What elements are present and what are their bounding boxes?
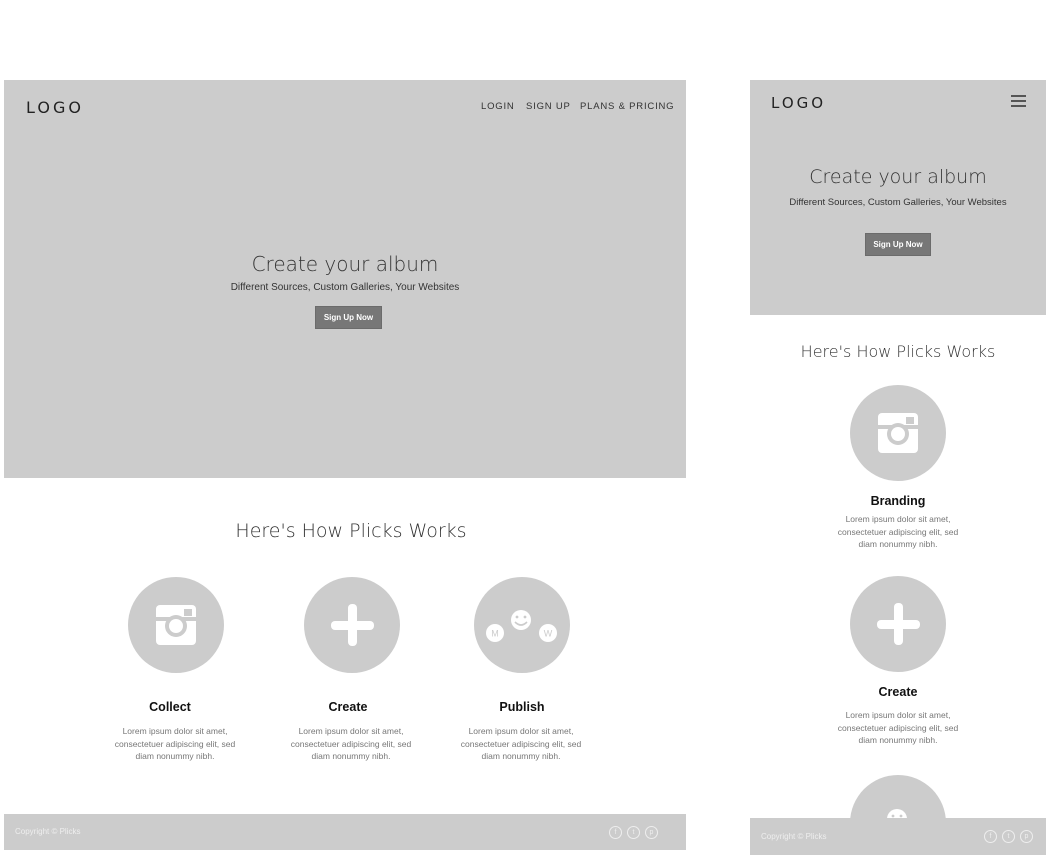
feature-desc-branding: Lorem ipsum dolor sit amet, consectetuer… bbox=[837, 514, 959, 549]
hamburger-menu-icon[interactable] bbox=[1011, 95, 1026, 108]
desktop-footer: Copyright © Plicks f t p bbox=[4, 814, 686, 850]
publish-badge-w: W bbox=[544, 629, 553, 639]
feature-title-create: Create bbox=[328, 700, 368, 714]
feature-desc-collect: Lorem ipsum dolor sit amet, consectetuer… bbox=[114, 726, 236, 761]
mobile-mockup: LOGO Create your album Different Sources… bbox=[750, 80, 1046, 855]
mobile-hero: LOGO Create your album Different Sources… bbox=[750, 80, 1046, 315]
nav-plans-pricing[interactable]: PLANS & PRICING bbox=[580, 101, 674, 112]
publish-circle: M W bbox=[474, 577, 570, 673]
hero-title: Create your album bbox=[809, 166, 987, 188]
nav-login[interactable]: LOGIN bbox=[481, 101, 515, 112]
feature-desc-publish: Lorem ipsum dolor sit amet, consectetuer… bbox=[460, 726, 582, 761]
pinterest-icon[interactable]: p bbox=[645, 826, 658, 839]
desktop-hero: LOGO LOGIN SIGN UP PLANS & PRICING Creat… bbox=[4, 80, 686, 478]
feature-title-branding: Branding bbox=[870, 494, 926, 508]
branding-circle bbox=[850, 385, 946, 481]
collect-circle bbox=[128, 577, 224, 673]
feature-desc-create: Lorem ipsum dolor sit amet, consectetuer… bbox=[837, 710, 959, 745]
hero-title: Create your album bbox=[251, 252, 439, 276]
desktop-mockup: LOGO LOGIN SIGN UP PLANS & PRICING Creat… bbox=[4, 80, 686, 850]
create-circle bbox=[850, 576, 946, 672]
create-circle bbox=[304, 577, 400, 673]
feature-title-create: Create bbox=[878, 685, 918, 699]
copyright-text: Copyright © Plicks bbox=[15, 827, 81, 836]
instagram-icon bbox=[156, 605, 196, 645]
feature-desc-create: Lorem ipsum dolor sit amet, consectetuer… bbox=[290, 726, 412, 761]
feature-title-collect: Collect bbox=[149, 700, 191, 714]
publish-badge-m: M bbox=[491, 629, 499, 639]
hero-subtitle: Different Sources, Custom Galleries, You… bbox=[789, 197, 1007, 208]
instagram-icon bbox=[878, 413, 918, 453]
sign-up-now-button[interactable]: Sign Up Now bbox=[315, 306, 382, 329]
publish-icon: M W bbox=[486, 610, 557, 642]
how-it-works-title: Here's How Plicks Works bbox=[800, 342, 996, 361]
twitter-icon[interactable]: t bbox=[627, 826, 640, 839]
twitter-icon[interactable]: t bbox=[1002, 830, 1015, 843]
plus-icon bbox=[877, 603, 920, 645]
nav-sign-up[interactable]: SIGN UP bbox=[526, 101, 571, 112]
pinterest-icon[interactable]: p bbox=[1020, 830, 1033, 843]
logo[interactable]: LOGO bbox=[771, 94, 826, 112]
hero-subtitle: Different Sources, Custom Galleries, You… bbox=[230, 282, 460, 293]
feature-title-publish: Publish bbox=[499, 700, 545, 714]
facebook-icon[interactable]: f bbox=[609, 826, 622, 839]
sign-up-now-button[interactable]: Sign Up Now bbox=[865, 233, 931, 256]
plus-icon bbox=[331, 604, 374, 646]
how-it-works-title: Here's How Plicks Works bbox=[235, 520, 467, 542]
copyright-text: Copyright © Plicks bbox=[761, 832, 827, 841]
facebook-icon[interactable]: f bbox=[984, 830, 997, 843]
mobile-footer: Copyright © Plicks f t p bbox=[750, 818, 1046, 855]
logo[interactable]: LOGO bbox=[26, 98, 84, 117]
